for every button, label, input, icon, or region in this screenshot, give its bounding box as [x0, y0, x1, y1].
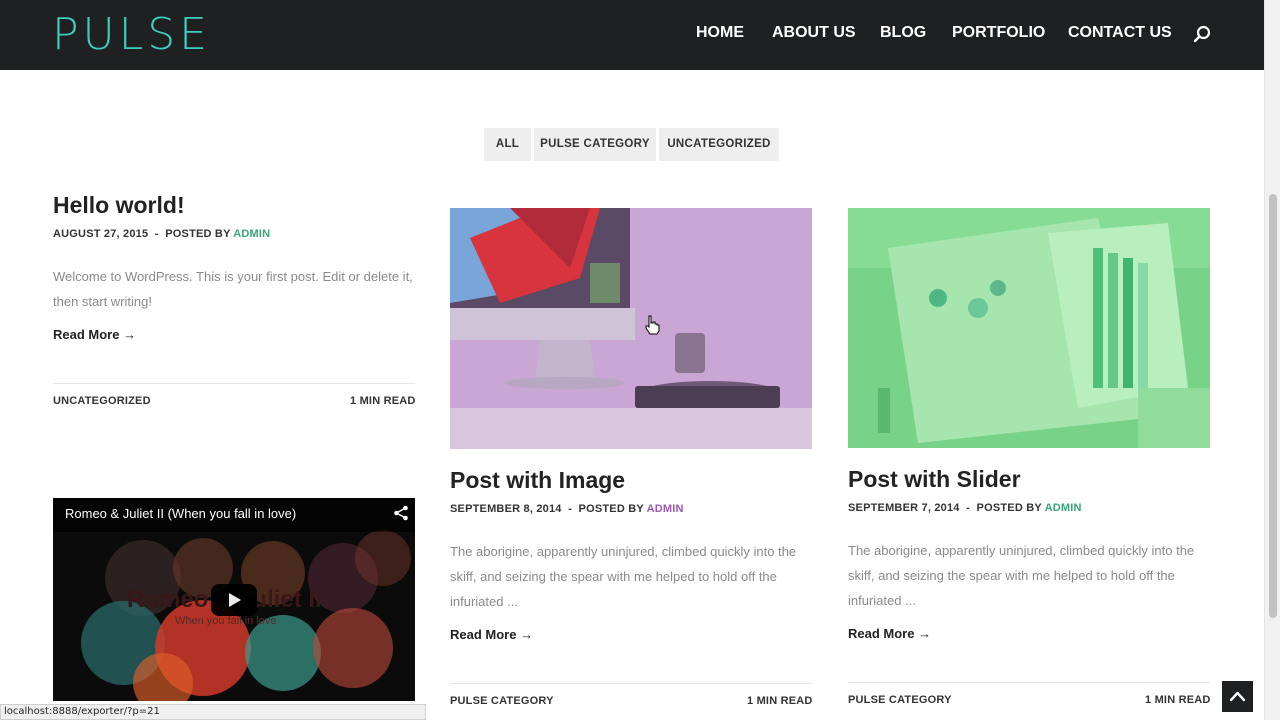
paper-charts-illustration [848, 208, 1210, 448]
play-button[interactable] [211, 584, 257, 616]
filter-all[interactable]: ALL [484, 128, 531, 161]
excerpt-line: infuriated ... [450, 594, 518, 609]
read-time: 1 MIN READ [747, 695, 813, 707]
author-link[interactable]: ADMIN [647, 503, 684, 515]
posted-by-label: POSTED BY [578, 503, 644, 515]
browser-status-bar: localhost:8888/exporter/?p=21 [0, 704, 426, 720]
site-header: PULSE HOME ABOUT US BLOG PORTFOLIO CONTA… [0, 0, 1264, 70]
post-divider [53, 383, 415, 384]
filter-pulse-category[interactable]: PULSE CATEGORY [534, 128, 656, 161]
post-date: SEPTEMBER 7, 2014 [848, 502, 960, 514]
read-time: 1 MIN READ [1145, 694, 1211, 706]
back-to-top-button[interactable] [1222, 681, 1253, 712]
hand-cursor-icon [645, 315, 660, 335]
excerpt-line: skiff, and seizing the spear with me hel… [848, 568, 1175, 583]
read-more-link[interactable]: Read More → [53, 327, 136, 342]
search-icon[interactable] [1193, 25, 1211, 43]
excerpt-line: skiff, and seizing the spear with me hel… [450, 569, 777, 584]
author-link[interactable]: ADMIN [233, 228, 270, 240]
post-category-link[interactable]: PULSE CATEGORY [848, 694, 952, 706]
excerpt-line: The aborigine, apparently uninjured, cli… [450, 544, 797, 559]
site-logo[interactable]: PULSE [52, 9, 211, 61]
meta-separator: - [962, 502, 977, 514]
nav-contact-us[interactable]: CONTACT US [1068, 24, 1172, 42]
post-category-link[interactable]: PULSE CATEGORY [450, 695, 554, 707]
post-image[interactable] [450, 208, 812, 449]
chevron-up-icon [1229, 691, 1246, 702]
post-title[interactable]: Post with Image [450, 467, 625, 494]
play-icon [229, 593, 241, 607]
post-title[interactable]: Post with Slider [848, 466, 1021, 493]
nav-about-us[interactable]: ABOUT US [772, 24, 856, 42]
post-divider [450, 683, 812, 684]
monitor-desk-illustration [450, 208, 812, 449]
video-overlay-subtitle: When you fall in love [175, 615, 277, 627]
post-excerpt: The aborigine, apparently uninjured, cli… [450, 539, 812, 614]
nav-blog[interactable]: BLOG [880, 24, 926, 42]
filter-uncategorized[interactable]: UNCATEGORIZED [659, 128, 779, 161]
read-time: 1 MIN READ [350, 395, 416, 407]
post-meta: AUGUST 27, 2015 - POSTED BY ADMIN [53, 228, 270, 240]
nav-home[interactable]: HOME [696, 24, 744, 42]
read-more-link[interactable]: Read More → [450, 627, 533, 642]
meta-separator: - [564, 503, 579, 515]
share-icon[interactable] [393, 505, 409, 521]
post-meta: SEPTEMBER 7, 2014 - POSTED BY ADMIN [848, 502, 1082, 514]
post-excerpt: The aborigine, apparently uninjured, cli… [848, 538, 1210, 613]
post-slider-image[interactable] [848, 208, 1210, 448]
excerpt-line: Welcome to WordPress. This is your first… [53, 269, 413, 284]
author-link[interactable]: ADMIN [1045, 502, 1082, 514]
nav-portfolio[interactable]: PORTFOLIO [952, 24, 1045, 42]
post-meta: SEPTEMBER 8, 2014 - POSTED BY ADMIN [450, 503, 684, 515]
video-title[interactable]: Romeo & Juliet II (When you fall in love… [65, 506, 296, 521]
posted-by-label: POSTED BY [165, 228, 231, 240]
scrollbar-thumb[interactable] [1269, 194, 1277, 618]
read-more-link[interactable]: Read More → [848, 626, 931, 641]
excerpt-line: infuriated ... [848, 593, 916, 608]
post-date: AUGUST 27, 2015 [53, 228, 149, 240]
page-scrollbar[interactable] [1264, 0, 1280, 720]
meta-separator: - [151, 228, 166, 240]
post-title[interactable]: Hello world! [53, 192, 185, 219]
excerpt-line: then start writing! [53, 294, 152, 309]
video-embed[interactable]: Romeo & Juliet II (When you fall in love… [53, 498, 415, 701]
post-date: SEPTEMBER 8, 2014 [450, 503, 562, 515]
excerpt-line: The aborigine, apparently uninjured, cli… [848, 543, 1195, 558]
posted-by-label: POSTED BY [976, 502, 1042, 514]
post-divider [848, 682, 1210, 683]
post-category-link[interactable]: UNCATEGORIZED [53, 395, 151, 407]
post-excerpt: Welcome to WordPress. This is your first… [53, 264, 415, 314]
